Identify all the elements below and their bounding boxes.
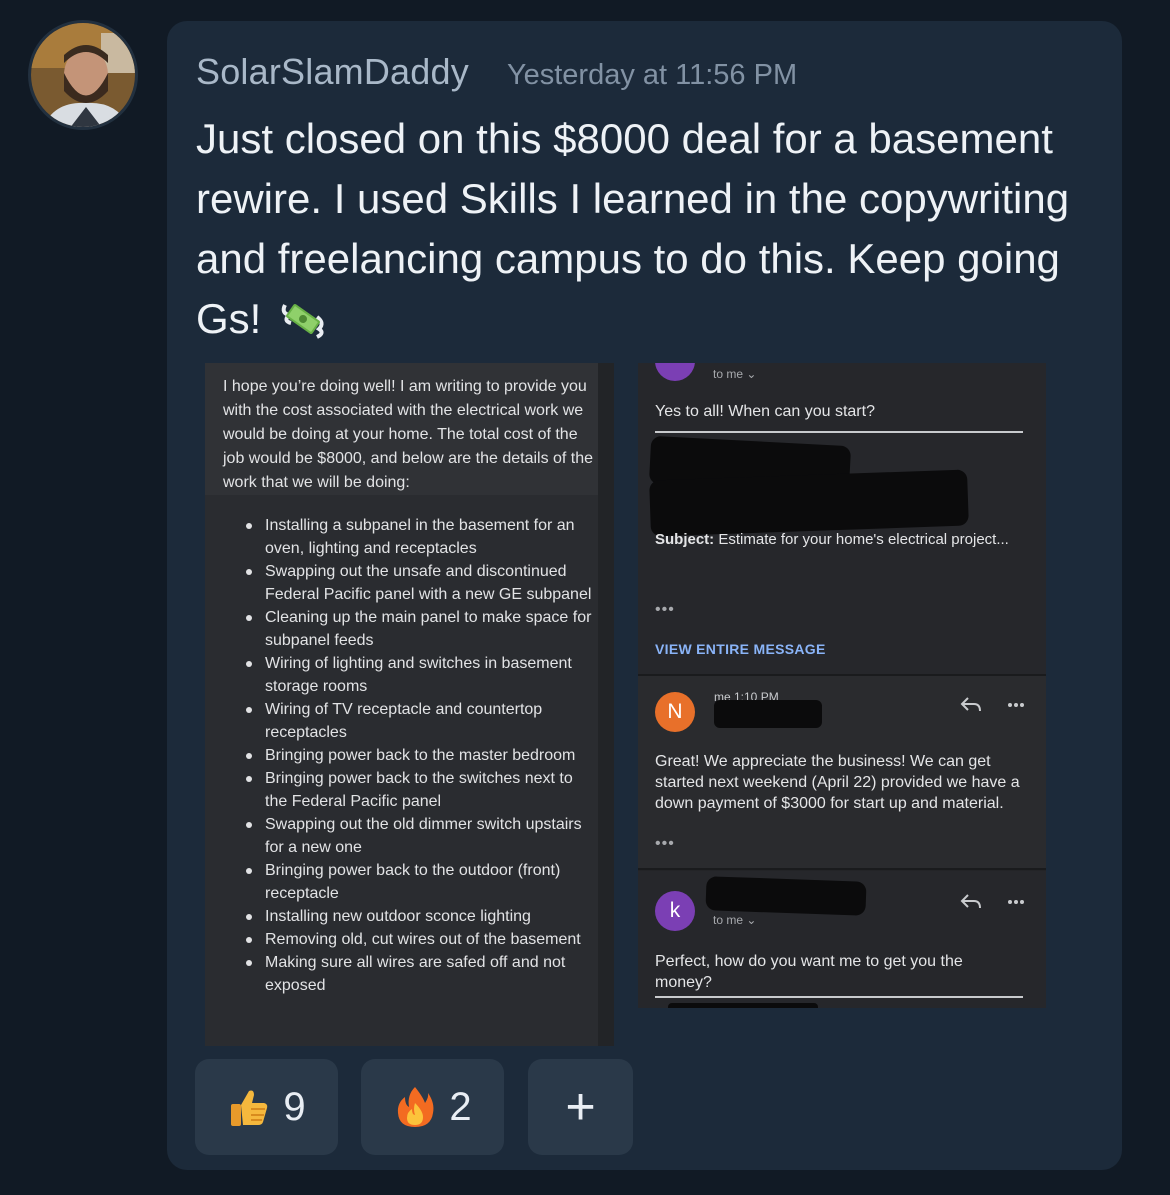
more-content-ellipsis[interactable]: •••	[655, 601, 675, 619]
email-message-2: N me 1:10 PM Great! We appreciate the bu…	[638, 676, 1046, 868]
list-item: Cleaning up the main panel to make space…	[223, 606, 595, 652]
list-item: Removing old, cut wires out of the basem…	[223, 928, 595, 951]
list-item: Bringing power back to the master bedroo…	[223, 744, 595, 767]
subject-label: Subject:	[655, 531, 715, 548]
email-body: Great! We appreciate the business! We ca…	[655, 753, 1020, 812]
divider-line	[655, 996, 1023, 998]
message-text: Just closed on this $8000 deal for a bas…	[196, 109, 1101, 349]
reaction-thumbs-up[interactable]: 9	[195, 1059, 338, 1155]
list-item: Bringing power back to the switches next…	[223, 767, 595, 813]
fire-icon	[398, 1087, 434, 1127]
subject-text: Estimate for your home's electrical proj…	[718, 531, 1009, 548]
list-item: Installing a subpanel in the basement fo…	[223, 514, 595, 560]
email-subject: Subject: Estimate for your home's electr…	[655, 529, 1015, 550]
view-entire-message-link[interactable]: VIEW ENTIRE MESSAGE	[655, 641, 826, 657]
money-with-wings-icon	[281, 304, 324, 339]
estimate-intro: I hope you’re doing well! I am writing t…	[223, 378, 594, 491]
add-reaction-button[interactable]: +	[528, 1059, 633, 1155]
message-header: SolarSlamDaddy Yesterday at 11:56 PM	[196, 51, 797, 93]
reaction-fire[interactable]: 2	[361, 1059, 504, 1155]
work-details-list: Installing a subpanel in the basement fo…	[223, 514, 595, 997]
username[interactable]: SolarSlamDaddy	[196, 51, 469, 93]
list-item: Bringing power back to the outdoor (fron…	[223, 859, 595, 905]
list-item: Making sure all wires are safed off and …	[223, 951, 595, 997]
email-body: Yes to all! When can you start?	[655, 403, 875, 420]
list-item: Swapping out the unsafe and discontinued…	[223, 560, 595, 606]
email-message-1: to me ⌄ Yes to all! When can you start? …	[638, 363, 1046, 674]
email-thread-screenshot[interactable]: to me ⌄ Yes to all! When can you start? …	[638, 363, 1046, 1008]
redaction	[649, 469, 969, 537]
user-avatar[interactable]	[28, 20, 138, 130]
reaction-count: 9	[283, 1084, 306, 1129]
list-item: Wiring of lighting and switches in basem…	[223, 652, 595, 698]
more-options-icon[interactable]	[1007, 899, 1025, 905]
redaction	[714, 700, 822, 728]
list-item: Installing new outdoor sconce lighting	[223, 905, 595, 928]
more-content-ellipsis[interactable]: •••	[655, 835, 675, 853]
email-message-3: k to me ⌄ Perfect, how do you want me to…	[638, 871, 1046, 1008]
message-card: SolarSlamDaddy Yesterday at 11:56 PM Jus…	[167, 21, 1122, 1170]
divider-line	[655, 431, 1023, 433]
email-body: Perfect, how do you want me to get you t…	[655, 953, 963, 991]
list-item: Swapping out the old dimmer switch upsta…	[223, 813, 595, 859]
reaction-count: 2	[449, 1084, 472, 1129]
reply-icon[interactable]	[960, 696, 982, 714]
more-options-icon[interactable]	[1007, 702, 1025, 708]
plus-icon: +	[565, 1078, 596, 1136]
redaction	[705, 876, 867, 916]
avatar-image	[31, 23, 135, 127]
to-me-label[interactable]: to me ⌄	[713, 913, 756, 927]
to-me-label[interactable]: to me ⌄	[713, 367, 756, 381]
timestamp: Yesterday at 11:56 PM	[506, 59, 798, 91]
sender-avatar: N	[655, 692, 695, 732]
reply-icon[interactable]	[960, 893, 982, 911]
redaction	[668, 1003, 818, 1008]
list-item: Wiring of TV receptacle and countertop r…	[223, 698, 595, 744]
thumbs-up-icon	[231, 1090, 268, 1126]
sender-avatar	[655, 363, 695, 381]
sender-avatar: k	[655, 891, 695, 931]
estimate-email-screenshot[interactable]: I hope you’re doing well! I am writing t…	[205, 363, 614, 1046]
